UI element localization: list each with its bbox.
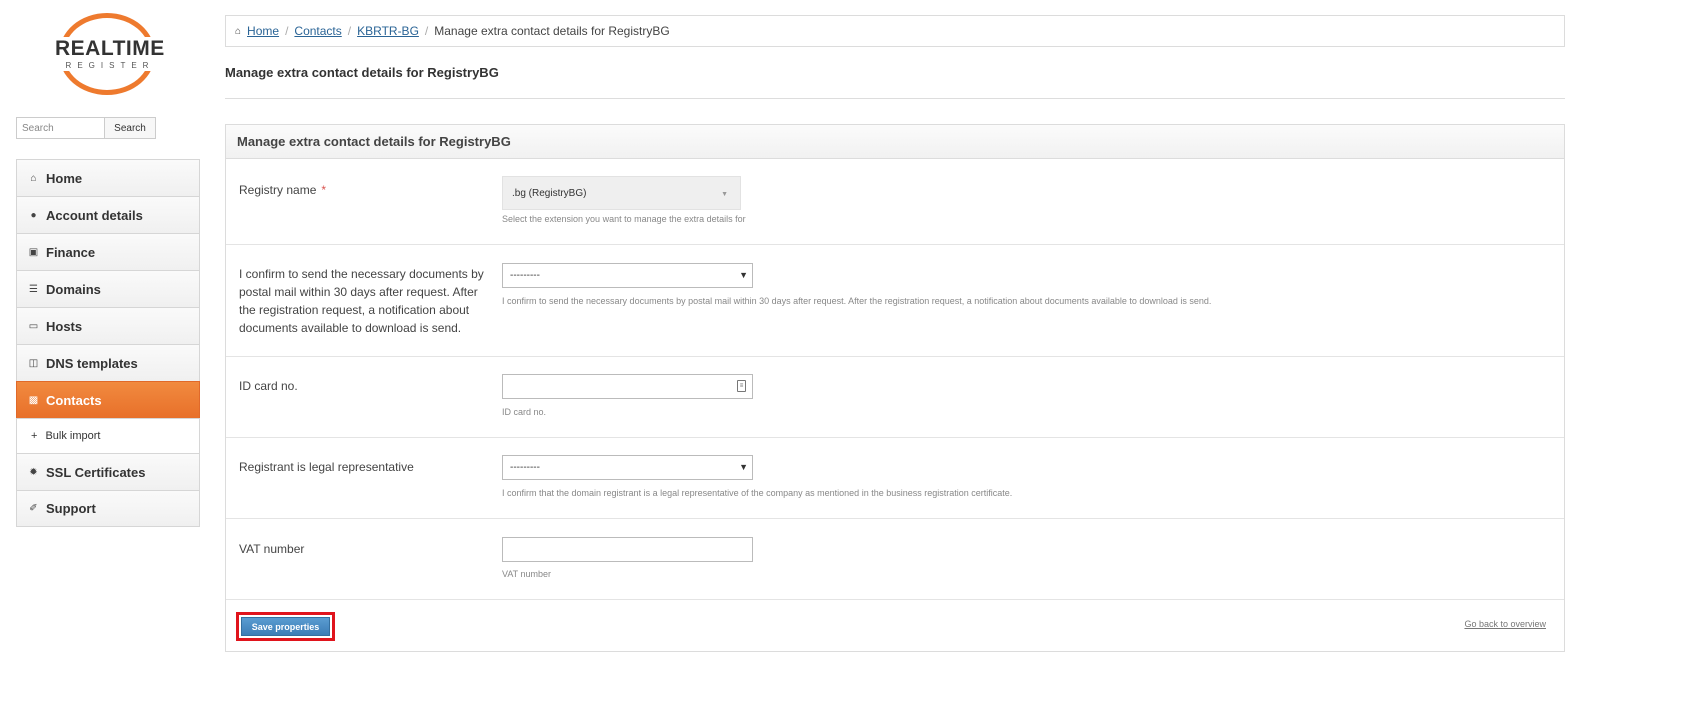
user-icon: ● <box>30 209 37 221</box>
panel-title: Manage extra contact details for Registr… <box>226 125 1564 159</box>
logo-subtitle: REGISTER <box>55 60 159 71</box>
logo-wordmark: REALTIME <box>55 37 165 60</box>
sidebar-item-hosts[interactable]: ▭ Hosts <box>16 307 200 344</box>
search-input[interactable] <box>16 117 105 139</box>
form-row-legal-rep: Registrant is legal representative -----… <box>226 438 1564 519</box>
registry-label-text: Registry name <box>239 183 317 197</box>
page-title: Manage extra contact details for Registr… <box>225 65 499 80</box>
wrench-icon: ✐ <box>29 503 38 514</box>
back-to-overview-link[interactable]: Go back to overview <box>1464 619 1546 629</box>
legal-rep-select[interactable]: --------- ▼ <box>502 455 753 480</box>
home-icon: ⌂ <box>30 172 37 184</box>
sidebar-item-dns-templates[interactable]: ◫ DNS templates <box>16 344 200 381</box>
vat-help: VAT number <box>502 569 552 579</box>
sidebar-item-label: Domains <box>46 281 101 297</box>
sidebar-item-label: Support <box>46 501 96 516</box>
confirm-docs-select-value: --------- <box>510 270 540 281</box>
sidebar-item-label: SSL Certificates <box>46 464 146 480</box>
registry-select-value: .bg (RegistryBG) <box>512 187 587 199</box>
breadcrumb: ⌂ Home / Contacts / KBRTR-BG / Manage ex… <box>225 15 1565 47</box>
sidebar-item-label: Hosts <box>46 318 83 334</box>
chevron-down-icon: ▼ <box>739 270 748 280</box>
id-card-input[interactable]: ≡ <box>502 374 753 399</box>
breadcrumb-separator: / <box>347 24 352 38</box>
breadcrumb-current: Manage extra contact details for Registr… <box>434 24 670 38</box>
registry-help: Select the extension you want to manage … <box>502 214 746 224</box>
confirm-docs-label: I confirm to send the necessary document… <box>239 267 484 335</box>
sidebar-item-label: Contacts <box>46 392 102 408</box>
search-button[interactable]: Search <box>104 117 156 139</box>
breadcrumb-handle-link[interactable]: KBRTR-BG <box>357 24 419 38</box>
save-properties-button[interactable]: Save properties <box>241 617 330 636</box>
logo[interactable]: REALTIME REGISTER <box>55 13 165 95</box>
title-divider <box>225 98 1565 99</box>
hdd-icon: ▭ <box>28 320 39 332</box>
required-marker: * <box>321 183 327 197</box>
vat-label: VAT number <box>239 542 305 556</box>
sidebar-item-label: Account details <box>46 207 143 223</box>
id-card-label: ID card no. <box>239 379 298 393</box>
form-row-confirm-docs: I confirm to send the necessary document… <box>226 245 1564 357</box>
sidebar-item-ssl-certificates[interactable]: ✹ SSL Certificates <box>16 453 200 490</box>
book-icon: ▩ <box>28 394 39 406</box>
form-row-vat: VAT number VAT number <box>226 519 1564 600</box>
breadcrumb-separator: / <box>424 24 429 38</box>
home-icon: ⌂ <box>235 25 242 37</box>
sidebar-item-label: Finance <box>46 244 96 260</box>
legal-rep-label: Registrant is legal representative <box>239 460 414 474</box>
vat-input[interactable] <box>502 537 753 562</box>
sidebar-item-label: DNS templates <box>46 355 138 371</box>
sidebar-item-account-details[interactable]: ● Account details <box>16 196 200 233</box>
form-row-registry: Registry name * .bg (RegistryBG) ▼ Select… <box>226 159 1564 245</box>
legal-rep-help: I confirm that the domain registrant is … <box>502 488 1013 498</box>
certificate-icon: ✹ <box>29 466 38 478</box>
sidebar-item-finance[interactable]: ▣ Finance <box>16 233 200 270</box>
breadcrumb-contacts-link[interactable]: Contacts <box>294 24 341 38</box>
sidebar-item-label: Home <box>46 170 83 186</box>
sidebar-subitem-bulk-import[interactable]: + Bulk import <box>16 418 200 453</box>
confirm-docs-help: I confirm to send the necessary document… <box>502 296 1212 306</box>
sidebar-item-domains[interactable]: ☰ Domains <box>16 270 200 307</box>
chevron-down-icon: ▼ <box>739 462 748 472</box>
columns-icon: ◫ <box>28 357 39 369</box>
registry-label: Registry name * <box>239 181 489 199</box>
sidebar-nav: ⌂ Home ● Account details ▣ Finance ☰ Dom… <box>16 159 200 527</box>
sidebar-item-support[interactable]: ✐ Support <box>16 490 200 527</box>
details-panel: Manage extra contact details for Registr… <box>225 124 1565 652</box>
legal-rep-select-value: --------- <box>510 462 540 473</box>
money-icon: ▣ <box>28 246 39 258</box>
confirm-docs-select[interactable]: --------- ▼ <box>502 263 753 288</box>
plus-icon: + <box>31 430 38 442</box>
sidebar-item-contacts[interactable]: ▩ Contacts <box>16 381 200 418</box>
breadcrumb-home-link[interactable]: Home <box>247 24 279 38</box>
form-row-id-card: ID card no. ≡ ID card no. <box>226 357 1564 438</box>
sidebar-item-home[interactable]: ⌂ Home <box>16 159 200 196</box>
id-card-help: ID card no. <box>502 407 547 417</box>
list-icon: ☰ <box>29 283 38 295</box>
sidebar-item-label: Bulk import <box>45 430 101 442</box>
registry-select[interactable]: .bg (RegistryBG) ▼ <box>502 176 741 210</box>
id-card-icon: ≡ <box>737 380 746 392</box>
save-highlight: Save properties <box>236 612 335 641</box>
search-form: Search <box>16 117 156 139</box>
chevron-down-icon: ▼ <box>721 191 728 198</box>
breadcrumb-separator: / <box>285 24 289 38</box>
